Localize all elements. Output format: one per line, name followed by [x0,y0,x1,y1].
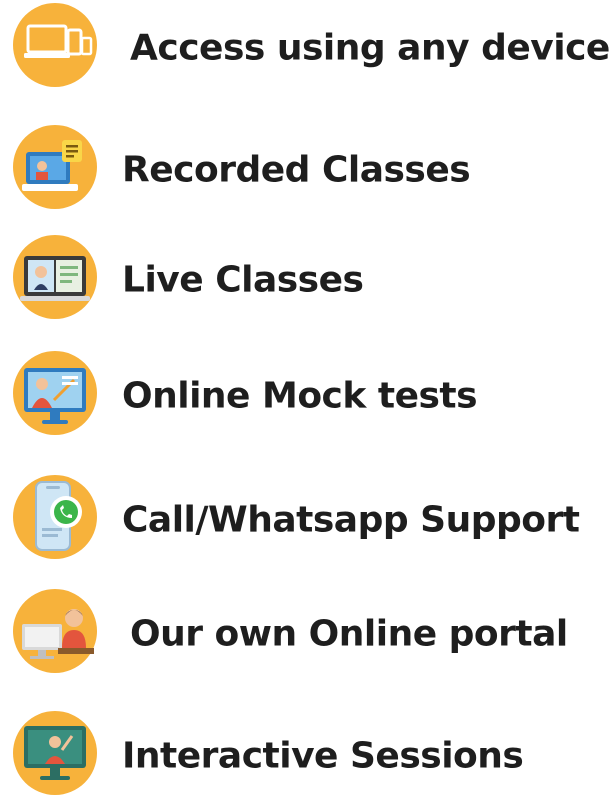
feature-list: Access using any device Recorded Classes [0,0,613,798]
feature-item-access-any-device: Access using any device [0,0,613,96]
devices-icon [10,0,100,90]
feature-label: Our own Online portal [130,613,568,655]
feature-item-interactive-sessions: Interactive Sessions [0,708,613,804]
feature-label: Online Mock tests [122,375,478,417]
interactive-sessions-icon [10,708,100,798]
feature-label: Call/Whatsapp Support [122,499,580,541]
online-portal-icon [10,586,100,676]
feature-item-call-whatsapp-support: Call/Whatsapp Support [0,472,613,568]
feature-item-live-classes: Live Classes [0,232,613,328]
feature-label: Live Classes [122,259,364,301]
feature-label: Interactive Sessions [122,735,524,777]
feature-item-own-online-portal: Our own Online portal [0,586,613,682]
feature-item-online-mock-tests: Online Mock tests [0,348,613,444]
live-classes-icon [10,232,100,322]
whatsapp-phone-icon [10,472,100,562]
recorded-classes-icon [10,122,100,212]
feature-item-recorded-classes: Recorded Classes [0,122,613,218]
feature-label: Access using any device [130,27,610,69]
feature-label: Recorded Classes [122,149,471,191]
mock-tests-icon [10,348,100,438]
